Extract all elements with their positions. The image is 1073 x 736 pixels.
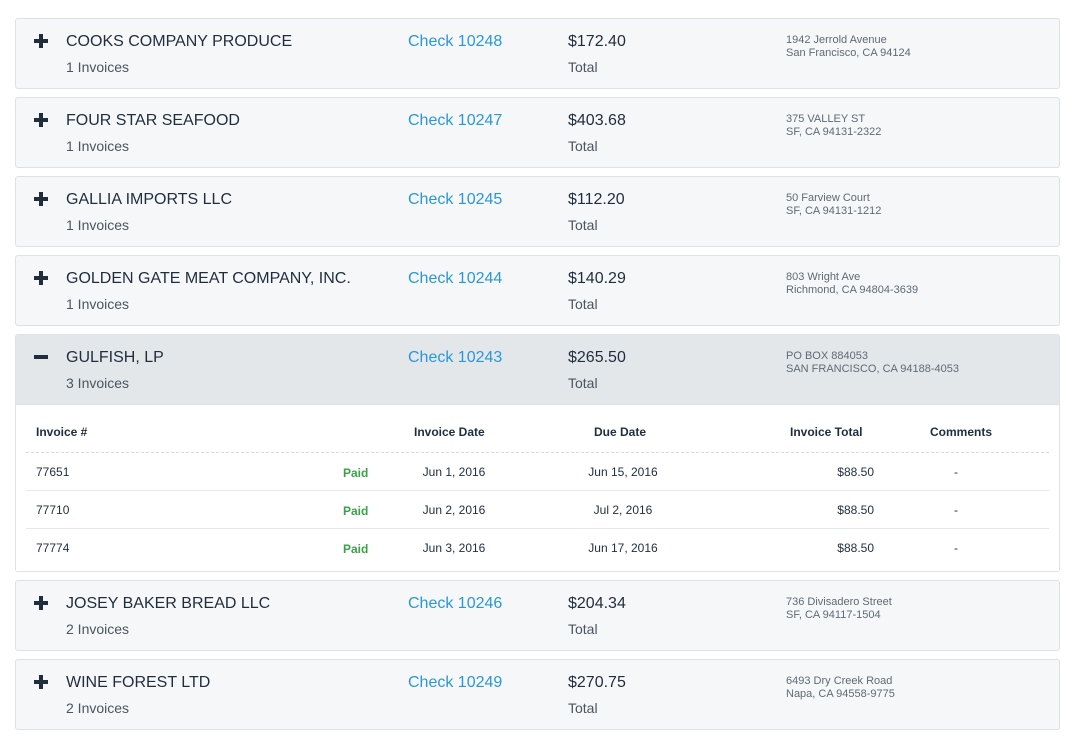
expand-plus-icon[interactable] bbox=[34, 33, 50, 49]
address-line2: SAN FRANCISCO, CA 94188-4053 bbox=[786, 363, 960, 375]
address-line1: 50 Farview Court bbox=[786, 192, 870, 204]
address-line1: 736 Divisadero Street bbox=[786, 596, 892, 608]
address-line1: 6493 Dry Creek Road bbox=[786, 675, 893, 687]
vendor-row[interactable]: COOKS COMPANY PRODUCE 1 Invoices Check 1… bbox=[16, 19, 1059, 88]
payment-amount: $140.29 bbox=[568, 270, 626, 287]
check-link[interactable]: Check 10246 bbox=[408, 595, 502, 613]
vendor-card: GALLIA IMPORTS LLC 1 Invoices Check 1024… bbox=[15, 176, 1060, 247]
vendor-name: GALLIA IMPORTS LLC bbox=[66, 191, 232, 208]
vendor-row[interactable]: JOSEY BAKER BREAD LLC 2 Invoices Check 1… bbox=[16, 581, 1059, 650]
invoice-total: $88.50 bbox=[837, 465, 874, 479]
amount-label: Total bbox=[568, 138, 598, 154]
vendor-name: GOLDEN GATE MEAT COMPANY, INC. bbox=[66, 270, 351, 287]
invoice-comments: - bbox=[954, 541, 958, 555]
invoice-count: 1 Invoices bbox=[66, 59, 130, 75]
invoice-count: 2 Invoices bbox=[66, 700, 130, 716]
header-invoice-date: Invoice Date bbox=[414, 425, 485, 439]
amount-label: Total bbox=[568, 296, 598, 312]
check-link[interactable]: Check 10247 bbox=[408, 112, 502, 130]
vendor-name: COOKS COMPANY PRODUCE bbox=[66, 33, 293, 50]
vendor-name: WINE FOREST LTD bbox=[66, 674, 211, 691]
header-invoice-number: Invoice # bbox=[36, 425, 88, 439]
status-badge: Paid bbox=[343, 542, 369, 556]
collapse-minus-icon[interactable] bbox=[34, 349, 50, 365]
payment-amount: $204.34 bbox=[568, 595, 626, 612]
vendor-card: GOLDEN GATE MEAT COMPANY, INC. 1 Invoice… bbox=[15, 255, 1060, 326]
amount-label: Total bbox=[568, 700, 598, 716]
invoice-table-header: Invoice # Invoice Date Due Date Invoice … bbox=[26, 405, 1049, 453]
address-line2: SF, CA 94131-1212 bbox=[786, 205, 882, 217]
vendor-row[interactable]: WINE FOREST LTD 2 Invoices Check 10249 $… bbox=[16, 660, 1059, 729]
address-line2: Napa, CA 94558-9775 bbox=[786, 688, 895, 700]
payment-amount: $112.20 bbox=[568, 191, 625, 208]
address-line1: 803 Wright Ave bbox=[786, 271, 861, 283]
address-line1: PO BOX 884053 bbox=[786, 350, 868, 362]
table-row: 77710 Paid Jun 2, 2016 Jul 2, 2016 $88.5… bbox=[26, 491, 1049, 529]
vendor-name: JOSEY BAKER BREAD LLC bbox=[66, 595, 271, 612]
expand-plus-icon[interactable] bbox=[34, 595, 50, 611]
expand-plus-icon[interactable] bbox=[34, 674, 50, 690]
vendor-row[interactable]: GOLDEN GATE MEAT COMPANY, INC. 1 Invoice… bbox=[16, 256, 1059, 325]
vendor-card-expanded: GULFISH, LP 3 Invoices Check 10243 $265.… bbox=[15, 334, 1060, 572]
address-line2: San Francisco, CA 94124 bbox=[786, 47, 911, 59]
invoice-number: 77774 bbox=[36, 541, 70, 555]
check-link[interactable]: Check 10249 bbox=[408, 674, 502, 692]
vendor-row[interactable]: GALLIA IMPORTS LLC 1 Invoices Check 1024… bbox=[16, 177, 1059, 246]
check-link[interactable]: Check 10248 bbox=[408, 33, 502, 51]
status-badge: Paid bbox=[343, 466, 369, 480]
amount-label: Total bbox=[568, 621, 598, 637]
amount-label: Total bbox=[568, 217, 598, 233]
vendor-card: JOSEY BAKER BREAD LLC 2 Invoices Check 1… bbox=[15, 580, 1060, 651]
payment-amount: $172.40 bbox=[568, 33, 626, 50]
amount-label: Total bbox=[568, 375, 598, 391]
check-link[interactable]: Check 10243 bbox=[408, 349, 502, 367]
invoice-total: $88.50 bbox=[837, 503, 874, 517]
invoice-number: 77651 bbox=[36, 465, 70, 479]
address-line1: 1942 Jerrold Avenue bbox=[786, 34, 887, 46]
vendor-payment-list: COOKS COMPANY PRODUCE 1 Invoices Check 1… bbox=[15, 18, 1060, 736]
expand-plus-icon[interactable] bbox=[34, 270, 50, 286]
payment-amount: $403.68 bbox=[568, 112, 626, 129]
vendor-name: FOUR STAR SEAFOOD bbox=[66, 112, 240, 129]
invoice-count: 1 Invoices bbox=[66, 217, 130, 233]
expand-plus-icon[interactable] bbox=[34, 191, 50, 207]
payment-amount: $265.50 bbox=[568, 349, 626, 366]
invoice-comments: - bbox=[954, 465, 958, 479]
invoice-date: Jun 1, 2016 bbox=[422, 465, 486, 479]
header-due-date: Due Date bbox=[594, 425, 647, 439]
due-date: Jun 17, 2016 bbox=[588, 541, 658, 555]
vendor-card: COOKS COMPANY PRODUCE 1 Invoices Check 1… bbox=[15, 18, 1060, 89]
payment-amount: $270.75 bbox=[568, 674, 626, 691]
address-line1: 375 VALLEY ST bbox=[786, 113, 866, 125]
invoice-count: 3 Invoices bbox=[66, 375, 130, 391]
invoice-total: $88.50 bbox=[837, 541, 874, 555]
invoice-count: 2 Invoices bbox=[66, 621, 130, 637]
address-line2: SF, CA 94131-2322 bbox=[786, 126, 882, 138]
table-row: 77651 Paid Jun 1, 2016 Jun 15, 2016 $88.… bbox=[26, 453, 1049, 491]
due-date: Jul 2, 2016 bbox=[593, 503, 653, 517]
vendor-card: FOUR STAR SEAFOOD 1 Invoices Check 10247… bbox=[15, 97, 1060, 168]
invoice-comments: - bbox=[954, 503, 958, 517]
invoice-date: Jun 3, 2016 bbox=[422, 541, 486, 555]
vendor-card: WINE FOREST LTD 2 Invoices Check 10249 $… bbox=[15, 659, 1060, 730]
status-badge: Paid bbox=[343, 504, 369, 518]
expand-plus-icon[interactable] bbox=[34, 112, 50, 128]
due-date: Jun 15, 2016 bbox=[588, 465, 658, 479]
address-line2: SF, CA 94117-1504 bbox=[786, 609, 881, 621]
vendor-name: GULFISH, LP bbox=[66, 349, 164, 366]
address-line2: Richmond, CA 94804-3639 bbox=[786, 284, 919, 296]
invoice-count: 1 Invoices bbox=[66, 138, 130, 154]
header-invoice-total: Invoice Total bbox=[790, 425, 863, 439]
invoice-date: Jun 2, 2016 bbox=[422, 503, 486, 517]
invoice-table: Invoice # Invoice Date Due Date Invoice … bbox=[16, 404, 1059, 571]
amount-label: Total bbox=[568, 59, 598, 75]
header-comments: Comments bbox=[930, 425, 993, 439]
invoice-number: 77710 bbox=[36, 503, 70, 517]
vendor-row[interactable]: FOUR STAR SEAFOOD 1 Invoices Check 10247… bbox=[16, 98, 1059, 167]
invoice-count: 1 Invoices bbox=[66, 296, 130, 312]
check-link[interactable]: Check 10245 bbox=[408, 191, 502, 209]
check-link[interactable]: Check 10244 bbox=[408, 270, 502, 288]
vendor-row[interactable]: GULFISH, LP 3 Invoices Check 10243 $265.… bbox=[16, 335, 1059, 404]
table-row: 77774 Paid Jun 3, 2016 Jun 17, 2016 $88.… bbox=[26, 529, 1049, 567]
